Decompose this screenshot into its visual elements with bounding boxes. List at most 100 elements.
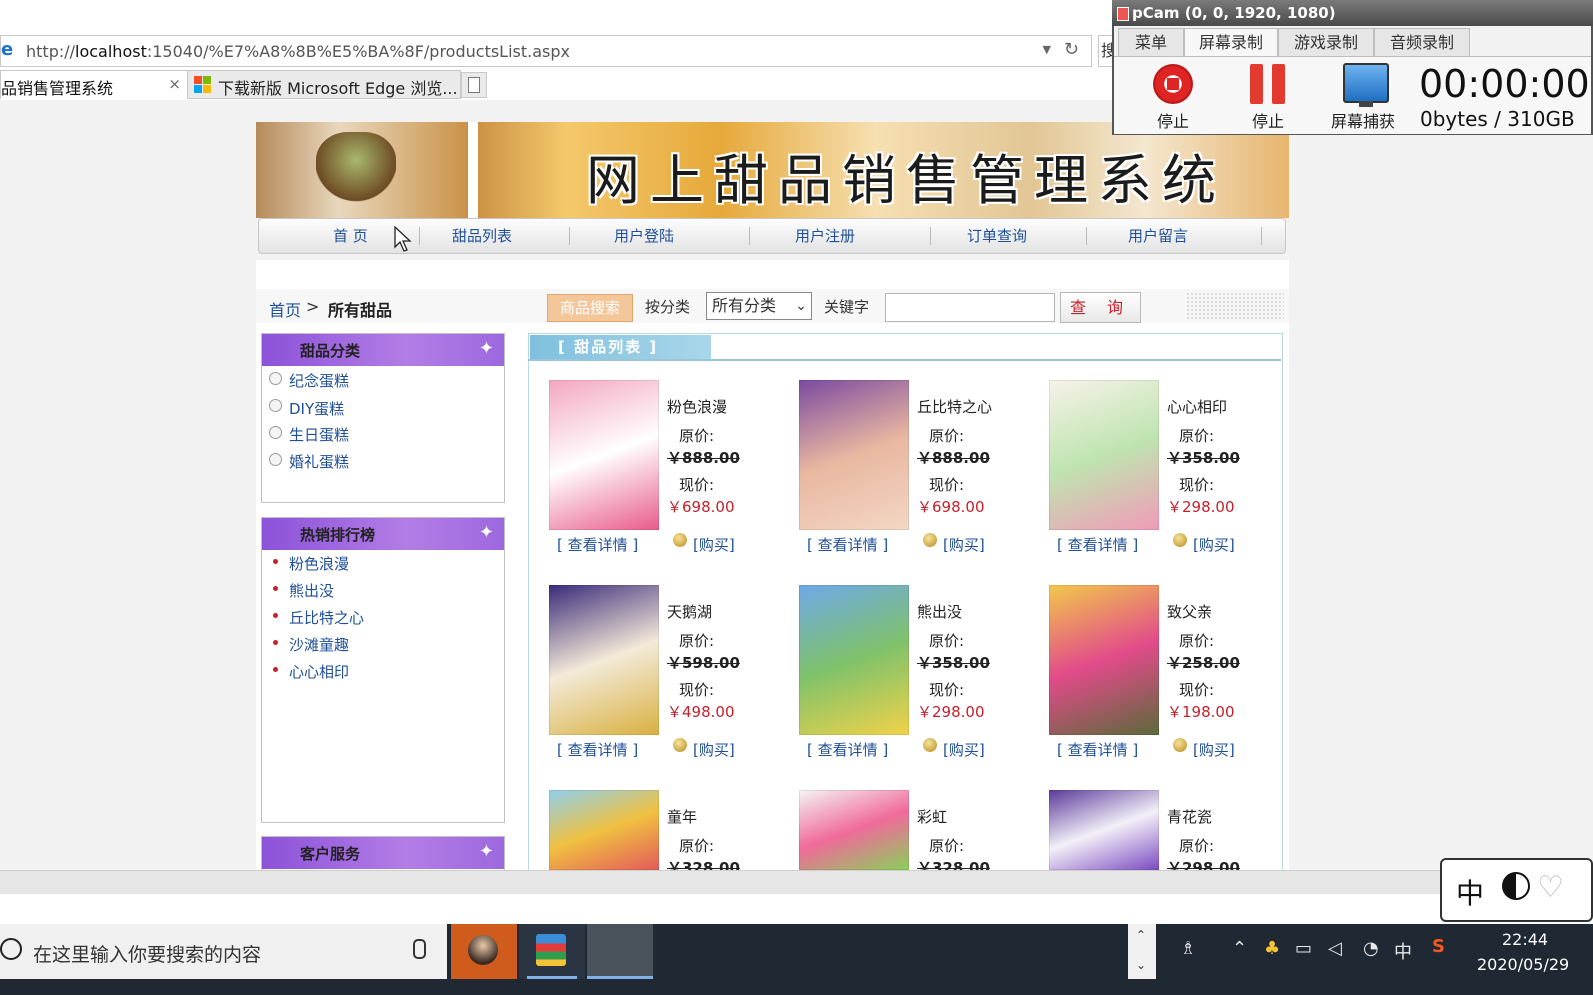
product-image[interactable]	[799, 790, 909, 870]
category-link[interactable]: DIY蛋糕	[289, 398, 344, 419]
pause-icon[interactable]	[1250, 64, 1288, 104]
hot-item-link[interactable]: 沙滩童趣	[289, 634, 349, 655]
battery-icon[interactable]: ▭	[1295, 938, 1312, 959]
stop-label: 停止	[1157, 112, 1190, 131]
view-details-link[interactable]: [ 查看详情 ]	[557, 739, 638, 760]
nav-login[interactable]: 用户登陆	[614, 225, 674, 246]
recorder-tab-menu[interactable]: 菜单	[1118, 28, 1184, 58]
keyword-input[interactable]	[885, 293, 1055, 322]
category-link[interactable]: 纪念蛋糕	[289, 370, 349, 391]
category-link[interactable]: 婚礼蛋糕	[289, 451, 349, 472]
new-tab-button[interactable]	[461, 72, 487, 98]
product-image[interactable]	[1049, 380, 1159, 530]
wifi-icon[interactable]: ◔	[1363, 938, 1379, 959]
address-bar[interactable]: e http://localhost:15040/%E7%A8%8B%E5%BA…	[0, 35, 1092, 67]
buy-link[interactable]: [购买]	[943, 534, 985, 555]
ime-toolbar[interactable]: 中 ♡	[1440, 858, 1593, 922]
half-width-icon[interactable]	[1502, 872, 1530, 900]
buy-link[interactable]: [购买]	[693, 534, 735, 555]
chevron-up-icon[interactable]: ⌃	[1136, 928, 1146, 942]
taskbar-scroll[interactable]: ⌃ ⌄	[1128, 924, 1156, 979]
buy-link[interactable]: [购买]	[693, 739, 735, 760]
nav-divider	[930, 227, 931, 245]
hot-item-link[interactable]: 丘比特之心	[289, 607, 364, 628]
taskbar-app-blank[interactable]	[587, 924, 653, 979]
clock-date[interactable]: 2020/05/29	[1477, 955, 1569, 974]
browser-tab-edge[interactable]: 下载新版 Microsoft Edge 浏览...	[187, 70, 461, 99]
refresh-icon[interactable]: ↻	[1064, 39, 1079, 60]
product-image[interactable]	[799, 585, 909, 735]
category-link[interactable]: 生日蛋糕	[289, 424, 349, 445]
people-icon[interactable]: ♗	[1180, 938, 1196, 959]
product-image[interactable]	[799, 380, 909, 530]
taskbar-search-placeholder: 在这里输入你要搜索的内容	[33, 944, 262, 966]
breadcrumb-home[interactable]: 首页	[269, 297, 301, 321]
product-name[interactable]: 心心相印	[1167, 396, 1227, 417]
hot-item-link[interactable]: 心心相印	[289, 661, 349, 682]
radio-button[interactable]	[269, 399, 282, 412]
nav-order-query[interactable]: 订单查询	[967, 225, 1027, 246]
sogou-icon[interactable]: S	[1432, 936, 1445, 957]
recorder-tab-game[interactable]: 游戏录制	[1278, 28, 1374, 58]
microphone-icon[interactable]	[413, 939, 426, 959]
query-button[interactable]: 查 询	[1060, 292, 1141, 323]
close-icon[interactable]: ×	[168, 75, 181, 93]
taskbar-app-avatar[interactable]	[451, 924, 517, 979]
nav-product-list[interactable]: 甜品列表	[452, 225, 512, 246]
heart-icon[interactable]: ♡	[1537, 870, 1564, 905]
ime-tray-label[interactable]: 中	[1394, 938, 1412, 964]
radio-button[interactable]	[269, 426, 282, 439]
nav-home[interactable]: 首 页	[333, 225, 368, 246]
view-details-link[interactable]: [ 查看详情 ]	[807, 534, 888, 555]
category-select[interactable]: 所有分类 ⌄	[706, 292, 812, 320]
address-url[interactable]: http://localhost:15040/%E7%A8%8B%E5%BA%8…	[26, 42, 570, 61]
buy-link[interactable]: [购买]	[943, 739, 985, 760]
monitor-icon[interactable]	[1343, 63, 1389, 107]
view-details-link[interactable]: [ 查看详情 ]	[557, 534, 638, 555]
hot-item-link[interactable]: 熊出没	[289, 580, 334, 601]
radio-button[interactable]	[269, 453, 282, 466]
recorder-tab-audio[interactable]: 音频录制	[1374, 28, 1470, 58]
product-image[interactable]	[549, 585, 659, 735]
current-price: ￥698.00	[917, 498, 985, 516]
product-name[interactable]: 童年	[667, 806, 697, 827]
original-price: ￥328.00	[667, 859, 740, 870]
volume-icon[interactable]: ◁	[1328, 938, 1342, 959]
recorder-tab-screen[interactable]: 屏幕录制	[1184, 28, 1278, 58]
record-stop-icon[interactable]	[1153, 64, 1193, 104]
product-image[interactable]	[1049, 790, 1159, 870]
product-image[interactable]	[1049, 585, 1159, 735]
product-name[interactable]: 丘比特之心	[917, 396, 992, 417]
current-price: ￥298.00	[917, 703, 985, 721]
product-name[interactable]: 青花瓷	[1167, 806, 1212, 827]
product-name[interactable]: 粉色浪漫	[667, 396, 727, 417]
view-details-link[interactable]: [ 查看详情 ]	[1057, 739, 1138, 760]
taskbar-search-box[interactable]: 在这里输入你要搜索的内容	[0, 924, 447, 979]
buy-link[interactable]: [购买]	[1193, 534, 1235, 555]
qq-tray-icon[interactable]: ♣	[1264, 938, 1280, 959]
product-name[interactable]: 熊出没	[917, 601, 962, 622]
product-name[interactable]: 彩虹	[917, 806, 947, 827]
browser-tab-active[interactable]: 品销售管理系统 ×	[0, 70, 188, 99]
chevron-down-icon[interactable]: ⌄	[1136, 958, 1146, 972]
taskbar-app-winrar[interactable]	[519, 924, 585, 979]
nav-messages[interactable]: 用户留言	[1128, 225, 1188, 246]
address-dropdown-icon[interactable]: ▼	[1043, 43, 1051, 56]
current-price-label: 现价:	[1179, 681, 1215, 699]
product-name[interactable]: 致父亲	[1167, 601, 1212, 622]
desktop-strip	[0, 894, 1593, 924]
product-image[interactable]	[549, 790, 659, 870]
product-image[interactable]	[549, 380, 659, 530]
ime-chinese-mode[interactable]: 中	[1456, 872, 1484, 912]
chevron-up-tray-icon[interactable]: ⌃	[1232, 938, 1247, 959]
radio-button[interactable]	[269, 372, 282, 385]
buy-link[interactable]: [购买]	[1193, 739, 1235, 760]
hot-item-link[interactable]: 粉色浪漫	[289, 553, 349, 574]
recorder-app-icon	[1117, 7, 1129, 21]
view-details-link[interactable]: [ 查看详情 ]	[1057, 534, 1138, 555]
ie-logo-icon: e	[1, 39, 14, 60]
clock-time[interactable]: 22:44	[1502, 930, 1548, 949]
view-details-link[interactable]: [ 查看详情 ]	[807, 739, 888, 760]
product-name[interactable]: 天鹅湖	[667, 601, 712, 622]
nav-register[interactable]: 用户注册	[795, 225, 855, 246]
